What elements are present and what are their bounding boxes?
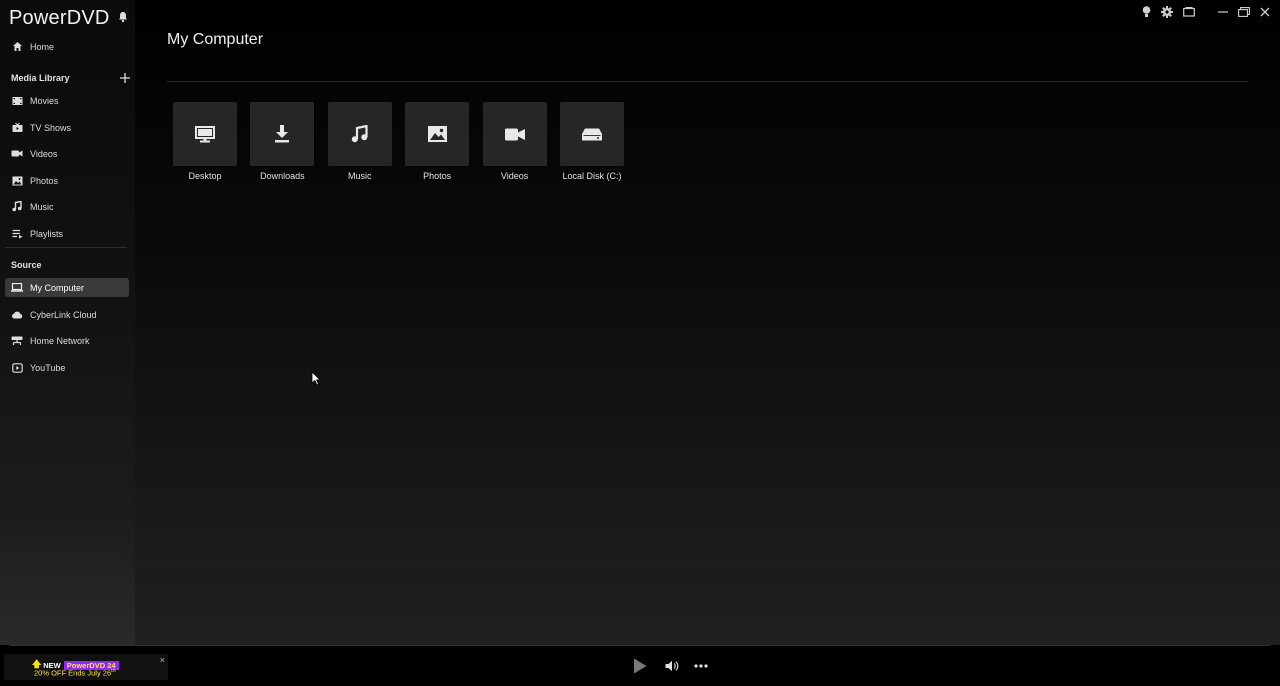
tile-label: Videos: [500, 171, 529, 181]
sidebar-item-label: CyberLink Cloud: [30, 309, 97, 320]
sidebar-item-label: TV Shows: [30, 122, 72, 133]
sidebar-item-label: Home: [30, 41, 55, 52]
mouse-cursor-icon: [311, 371, 321, 386]
volume-icon[interactable]: [665, 660, 679, 672]
sidebar-item-label: Movies: [30, 95, 59, 106]
hard-drive-icon: [581, 128, 602, 140]
restore-icon[interactable]: [1237, 5, 1251, 19]
video-camera-icon: [11, 148, 23, 160]
promo-offer: 20% OFF Ends July 26th: [34, 668, 116, 678]
tile-icon-box: [327, 102, 392, 166]
title-divider: [167, 81, 1248, 82]
sidebar-item-home-network[interactable]: Home Network: [5, 331, 129, 350]
tile-icon-box: [482, 102, 547, 166]
sidebar-item-label: Music: [30, 201, 54, 212]
monitor-icon: [195, 125, 215, 142]
player-bar: 🡅 NEW PowerDVD 24 20% OFF Ends July 26th…: [0, 645, 1280, 686]
mini-player-icon[interactable]: [1182, 5, 1196, 19]
sidebar-item-label: Home Network: [30, 335, 90, 346]
tile-icon-box: [559, 102, 624, 166]
main-content: My Computer Desktop Downloads Music Phot…: [135, 0, 1280, 645]
tile-label: Music: [348, 171, 372, 181]
home-icon: [11, 41, 23, 53]
sidebar-item-photos[interactable]: Photos: [5, 171, 129, 190]
image-icon: [11, 175, 23, 187]
app-name: PowerDVD: [9, 6, 110, 29]
player-bar-divider: [10, 645, 1270, 646]
tile-icon-box: [405, 102, 470, 166]
add-icon[interactable]: [119, 72, 131, 84]
tile-label: Local Disk (C:): [562, 171, 622, 181]
sidebar-item-label: Photos: [30, 175, 59, 186]
video-camera-icon: [504, 128, 525, 140]
gear-icon[interactable]: [1160, 5, 1174, 19]
tile-local-disk[interactable]: Local Disk (C:): [559, 102, 624, 181]
sidebar: PowerDVD Home Media Library Movies TV Sh…: [0, 0, 135, 645]
tv-icon: [11, 122, 23, 134]
window-controls: [1139, 5, 1272, 19]
laptop-icon: [11, 282, 23, 294]
tile-label: Photos: [423, 171, 452, 181]
promo-offer-text: 20% OFF Ends July 26: [34, 668, 112, 678]
sidebar-item-tv-shows[interactable]: TV Shows: [5, 118, 129, 137]
sidebar-item-movies[interactable]: Movies: [5, 91, 129, 110]
download-icon: [275, 125, 290, 143]
sidebar-item-videos[interactable]: Videos: [5, 144, 129, 163]
tips-lightbulb-icon[interactable]: [1139, 5, 1153, 19]
music-note-icon: [352, 125, 368, 143]
tile-videos[interactable]: Videos: [482, 102, 547, 181]
sidebar-item-cyberlink-cloud[interactable]: CyberLink Cloud: [5, 305, 129, 324]
page-title: My Computer: [167, 31, 264, 48]
media-library-heading: Media Library: [11, 73, 70, 83]
sidebar-item-playlists[interactable]: Playlists: [5, 224, 129, 243]
sidebar-item-label: YouTube: [30, 362, 66, 373]
promo-close-button[interactable]: ×: [160, 655, 165, 665]
tile-icon-box: [173, 102, 237, 166]
tile-music[interactable]: Music: [327, 102, 392, 181]
tile-photos[interactable]: Photos: [405, 102, 470, 181]
sidebar-item-music[interactable]: Music: [5, 197, 129, 216]
network-icon: [11, 335, 23, 347]
sidebar-item-label: Videos: [30, 148, 58, 159]
close-icon[interactable]: [1258, 5, 1272, 19]
music-note-icon: [11, 201, 23, 213]
play-icon[interactable]: [633, 658, 647, 674]
image-icon: [427, 126, 447, 142]
tile-label: Downloads: [260, 171, 305, 181]
cloud-icon: [11, 309, 23, 321]
youtube-icon: [11, 362, 23, 374]
minimize-icon[interactable]: [1216, 5, 1230, 19]
promo-offer-suffix: th: [111, 668, 116, 674]
source-heading: Source: [11, 260, 42, 270]
sidebar-item-label: My Computer: [30, 282, 85, 293]
film-icon: [11, 95, 23, 107]
sidebar-item-home[interactable]: Home: [5, 37, 129, 56]
more-options-icon[interactable]: [694, 664, 708, 668]
tile-downloads[interactable]: Downloads: [250, 102, 315, 181]
tile-desktop[interactable]: Desktop: [173, 102, 237, 181]
tile-icon-box: [250, 102, 315, 166]
folder-grid: Desktop Downloads Music Photos Videos Lo…: [173, 102, 637, 181]
sidebar-item-my-computer[interactable]: My Computer: [5, 278, 129, 297]
tile-label: Desktop: [188, 171, 222, 181]
playlist-icon: [11, 228, 23, 240]
sidebar-item-youtube[interactable]: YouTube: [5, 358, 129, 377]
sidebar-item-label: Playlists: [30, 228, 64, 239]
promo-banner[interactable]: 🡅 NEW PowerDVD 24 20% OFF Ends July 26th…: [4, 654, 168, 680]
app-logo: PowerDVD: [9, 6, 110, 30]
bell-icon[interactable]: [118, 11, 128, 23]
sidebar-divider: [5, 247, 127, 248]
